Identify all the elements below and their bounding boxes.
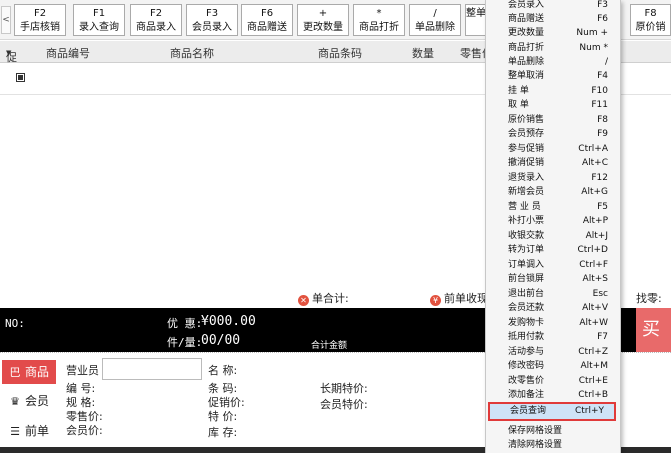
column-product-code[interactable]: 商品编号 — [46, 45, 90, 61]
order-number-label: NO: — [5, 317, 25, 330]
menu-item-voucher-payment[interactable]: 抵用付款 F7 — [486, 329, 620, 345]
list-icon: ☰ — [10, 425, 20, 438]
salesperson-input[interactable] — [102, 358, 202, 380]
product-entry-button[interactable]: F2 商品录入 — [130, 4, 182, 36]
shortcut-key: F2 — [33, 8, 47, 19]
discount-label: 优 惠: — [167, 317, 203, 330]
shortcut-key: F1 — [92, 8, 106, 19]
nav-member[interactable]: ♛ 会员 — [2, 389, 56, 413]
menu-item-clear-grid-settings[interactable]: 清除网格设置 — [486, 437, 620, 453]
toolbar-scroll-left-button[interactable]: < — [1, 6, 11, 34]
column-product-name[interactable]: 商品名称 — [170, 45, 214, 61]
menu-item-add-member[interactable]: 新增会员 Alt+G — [486, 184, 620, 200]
button-label: 商品打折 — [359, 22, 399, 33]
column-quantity[interactable]: 数量 — [412, 45, 434, 61]
shortcut-key: F6 — [260, 8, 274, 19]
shortcut-key: / — [433, 8, 437, 19]
prev-cash-summary: ¥ 前单收现 — [430, 290, 488, 306]
context-menu: 会员录入 F3 商品赠送 F6 更改数量 Num + 商品打折 Num * 单品删除 / … — [485, 0, 621, 453]
shortcut-key: F3 — [205, 8, 219, 19]
change-quantity-button[interactable]: + 更改数量 — [297, 4, 349, 36]
product-discount-button[interactable]: * 商品打折 — [353, 4, 405, 36]
menu-item-cancel-promotion[interactable]: 撤消促销 Alt+C — [486, 155, 620, 171]
button-label: 商品录入 — [136, 22, 176, 33]
name-label: 名 称: — [208, 364, 238, 377]
entry-query-button[interactable]: F1 录入查询 — [73, 4, 125, 36]
menu-item-retrieve-order[interactable]: 取 单 F11 — [486, 97, 620, 113]
menu-item-add-note[interactable]: 添加备注 Ctrl+B — [486, 387, 620, 403]
shortcut-key: + — [318, 8, 328, 19]
product-icon: 巴 — [9, 366, 21, 379]
salesperson-label: 营业员 — [66, 364, 99, 377]
menu-item-member-repayment[interactable]: 会员还款 Alt+V — [486, 300, 620, 316]
menu-item-member-deposit[interactable]: 会员预存 F9 — [486, 126, 620, 142]
menu-item-change-password[interactable]: 修改密码 Alt+M — [486, 358, 620, 374]
row-selected-checkbox[interactable] — [16, 73, 25, 82]
store-writeoff-button[interactable]: F2 手店核销 — [14, 4, 66, 36]
member-price-label: 会员价: — [66, 424, 103, 437]
button-label: 商品赠送 — [247, 22, 287, 33]
stock-label: 库 存: — [208, 426, 238, 439]
crown-icon: ♛ — [10, 395, 20, 408]
pieces-value: 00/00 — [201, 333, 241, 348]
menu-item-member-query[interactable]: 会员查询 Ctrl+Y — [488, 402, 616, 421]
pos-window: < F2 手店核销 F1 录入查询 F2 商品录入 F3 会员录入 F6 商品赠… — [0, 0, 671, 453]
shortcut-key: * — [376, 8, 382, 19]
menu-item-convert-to-order[interactable]: 转为订单 Ctrl+D — [486, 242, 620, 258]
discount-value: ¥000.00 — [201, 314, 256, 329]
menu-item-cancel-order[interactable]: 整单取消 F4 — [486, 68, 620, 84]
whole-order-button[interactable]: 整单 — [465, 4, 487, 36]
menu-item-reprint-receipt[interactable]: 补打小票 Alt+P — [486, 213, 620, 229]
order-total-summary: ✕ 单合计: — [298, 290, 349, 306]
menu-item-change-quantity[interactable]: 更改数量 Num + — [486, 25, 620, 41]
cash-icon: ¥ — [430, 295, 441, 306]
member-entry-button[interactable]: F3 会员录入 — [186, 4, 238, 36]
total-amount-label: 合计金额 — [311, 341, 348, 351]
original-price-sale-button[interactable]: F8 原价销 — [630, 4, 671, 36]
pieces-label: 件/量: — [167, 336, 203, 349]
nav-prev-order[interactable]: ☰ 前单 — [2, 419, 56, 443]
menu-item-lock-screen[interactable]: 前台锁屏 Alt+S — [486, 271, 620, 287]
product-gift-button[interactable]: F6 商品赠送 — [241, 4, 293, 36]
total-icon: ✕ — [298, 295, 309, 306]
delete-item-button[interactable]: / 单品删除 — [409, 4, 461, 36]
button-label: 手店核销 — [20, 22, 60, 33]
button-label: 录入查询 — [79, 22, 119, 33]
button-label: 单品删除 — [415, 22, 455, 33]
member-special-label: 会员特价: — [320, 398, 368, 411]
change-summary: 找零: — [636, 292, 662, 305]
button-label: 会员录入 — [192, 22, 232, 33]
shortcut-key: F2 — [149, 8, 163, 19]
button-label: 更改数量 — [303, 22, 343, 33]
shortcut-key: F8 — [644, 8, 657, 19]
button-label: 整单 — [466, 8, 486, 19]
column-barcode[interactable]: 商品条码 — [318, 45, 362, 61]
long-term-special-label: 长期特价: — [320, 382, 368, 395]
button-label: 原价销 — [635, 22, 666, 33]
nav-product[interactable]: 巴商品 — [2, 360, 56, 384]
special-price-label: 特 价: — [208, 410, 238, 423]
checkout-button[interactable]: 买 — [636, 308, 671, 352]
